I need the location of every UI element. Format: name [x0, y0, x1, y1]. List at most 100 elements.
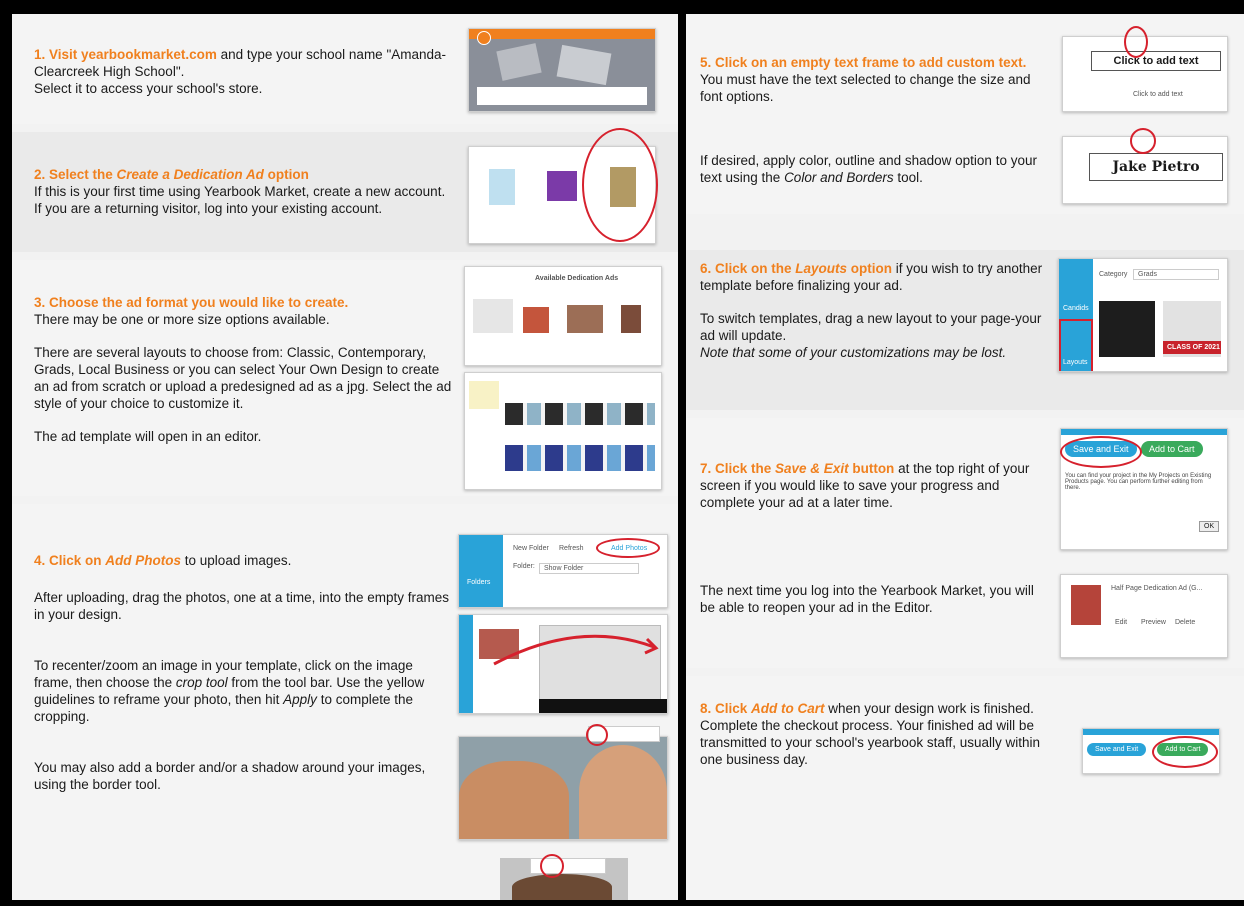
new-folder-button[interactable]: New Folder: [513, 545, 549, 552]
step-7: 7. Click the Save & Exit button at the t…: [686, 418, 1244, 668]
step-1: 1. Visit yearbookmarket.com and type you…: [12, 14, 678, 124]
step-4-p4: You may also add a border and/or a shado…: [34, 760, 426, 792]
ad-thumb: [473, 299, 513, 333]
project-title: Half Page Dedication Ad (G...: [1111, 585, 1203, 592]
step-7-heading-c: button: [848, 461, 895, 476]
step-7-heading-a: 7. Click the: [700, 461, 776, 476]
step-4-p3-b: crop tool: [175, 675, 228, 690]
step-7-screenshot-2: Half Page Dedication Ad (G... Edit Previ…: [1060, 574, 1228, 658]
step-3-screenshot-2: [464, 372, 662, 490]
available-ads-title: Available Dedication Ads: [535, 275, 619, 282]
step-5-p2-b: Color and Borders: [784, 170, 894, 185]
ad-thumb-purple: [547, 171, 577, 201]
step-5-p2: If desired, apply color, outline and sha…: [700, 152, 1040, 186]
step-7-heading: 7. Click the Save & Exit button: [700, 461, 894, 476]
step-3: 3. Choose the ad format you would like t…: [12, 260, 678, 496]
step-4-screenshot-border: [500, 858, 628, 900]
step-1-heading: 1. Visit yearbookmarket.com: [34, 47, 217, 62]
preview-button[interactable]: Preview: [1141, 619, 1166, 626]
step-3-screenshot-1: Available Dedication Ads: [464, 266, 662, 366]
step-6-p2: To switch templates, drag a new layout t…: [700, 311, 1042, 343]
step-1-text: 1. Visit yearbookmarket.com and type you…: [34, 46, 454, 97]
photo-collage: [496, 43, 542, 81]
text-frame[interactable]: Click to add text: [1091, 51, 1221, 71]
step-3-p3: The ad template will open in an editor.: [34, 429, 262, 444]
step-6: 6. Click on the Layouts option if you wi…: [686, 250, 1244, 410]
step-5-heading: 5. Click on an empty text frame to add c…: [700, 55, 1027, 70]
add-to-cart-button[interactable]: Add to Cart: [1141, 441, 1203, 457]
step-4: 4. Click on Add Photos to upload images.…: [12, 504, 678, 900]
step-6-heading-b: Layouts: [795, 261, 848, 276]
highlight-circle: [1060, 436, 1142, 468]
step-3-body: There may be one or more size options av…: [34, 312, 330, 327]
step-6-p3: Note that some of your customizations ma…: [700, 345, 1007, 360]
folders-tab-label: Folders: [467, 579, 491, 586]
category-label: Category: [1099, 271, 1128, 278]
step-2: 2. Select the Create a Dedication Ad opt…: [12, 128, 678, 252]
save-and-exit-button[interactable]: Save and Exit: [1087, 743, 1147, 756]
step-2-heading-a: 2. Select the: [34, 167, 117, 182]
refresh-button[interactable]: Refresh: [559, 545, 584, 552]
step-4-p2: After uploading, drag the photos, one at…: [34, 590, 449, 622]
left-page: 1. Visit yearbookmarket.com and type you…: [12, 14, 678, 900]
highlight-circle: [586, 724, 608, 746]
category-select[interactable]: Grads: [1133, 269, 1219, 280]
folder-select[interactable]: Show Folder: [539, 563, 639, 574]
step-4-p3-d: Apply: [283, 692, 317, 707]
step-6-heading: 6. Click on the Layouts option: [700, 261, 892, 276]
class-banner: CLASS OF 2021: [1163, 341, 1221, 354]
ad-thumb: [621, 305, 641, 333]
logo-icon: [477, 31, 491, 45]
step-7-heading-b: Save & Exit: [775, 461, 849, 476]
step-8: 8. Click Add to Cart when your design wo…: [686, 676, 1244, 900]
highlight-circle: [1130, 128, 1156, 154]
folders-panel: [459, 535, 503, 607]
step-3-text: 3. Choose the ad format you would like t…: [34, 294, 454, 461]
drag-arrow-icon: [493, 634, 659, 666]
step-4-heading-a: 4. Click on: [34, 553, 106, 568]
layout-thumbs-row-2: [505, 445, 655, 471]
step-4-p3: To recenter/zoom an image in your templa…: [34, 657, 454, 725]
step-2-text: 2. Select the Create a Dedication Ad opt…: [34, 166, 454, 217]
highlight-circle: [582, 128, 658, 242]
step-5-p2-c: tool.: [893, 170, 923, 185]
edit-button[interactable]: Edit: [1115, 619, 1127, 626]
step-8-text: 8. Click Add to Cart when your design wo…: [700, 700, 1050, 768]
text-frame[interactable]: Jake Pietro: [1089, 153, 1223, 181]
highlight-circle: [596, 538, 660, 558]
step-2-heading-c: option: [263, 167, 309, 182]
layout-thumb-black: [1099, 301, 1155, 357]
tab-candids[interactable]: Candids: [1063, 305, 1089, 312]
top-bar: [1083, 729, 1219, 735]
step-3-heading: 3. Choose the ad format you would like t…: [34, 295, 349, 310]
step-2-heading-b: Create a Dedication Ad: [116, 167, 264, 182]
step-6-text: 6. Click on the Layouts option if you wi…: [700, 260, 1044, 361]
side-panel: [459, 615, 473, 713]
step-5-text: 5. Click on an empty text frame to add c…: [700, 54, 1040, 105]
step-5: 5. Click on an empty text frame to add c…: [686, 14, 1244, 214]
step-6-heading-a: 6. Click on the: [700, 261, 796, 276]
layouts-highlight: [1059, 319, 1093, 371]
step-6-screenshot: Candids Layouts Category Grads CLASS OF …: [1058, 258, 1228, 372]
boy-photo: [579, 745, 667, 839]
highlight-circle: [540, 854, 564, 878]
step-1-body2: Select it to access your school's store.: [34, 81, 263, 96]
step-4-screenshot-crop: [458, 736, 668, 840]
step-7-text: 7. Click the Save & Exit button at the t…: [700, 460, 1040, 511]
ok-button[interactable]: OK: [1199, 521, 1220, 532]
ad-thumb: [1071, 585, 1101, 625]
step-2-body: If this is your first time using Yearboo…: [34, 184, 446, 216]
delete-button[interactable]: Delete: [1175, 619, 1195, 626]
search-box: [477, 87, 647, 105]
step-4-text: 4. Click on Add Photos to upload images.…: [34, 552, 454, 809]
editor-footer: [539, 699, 667, 713]
orange-header-bar: [469, 29, 655, 39]
layout-thumbs-row-1: [505, 403, 655, 425]
step-5-body: You must have the text selected to chang…: [700, 72, 1031, 104]
step-4-body: to upload images.: [181, 553, 292, 568]
photo-collage: [556, 44, 612, 86]
step-8-heading: 8. Click Add to Cart: [700, 701, 825, 716]
filter-sidebar: [469, 381, 499, 409]
right-page: 5. Click on an empty text frame to add c…: [686, 14, 1244, 900]
step-2-heading: 2. Select the Create a Dedication Ad opt…: [34, 167, 309, 182]
